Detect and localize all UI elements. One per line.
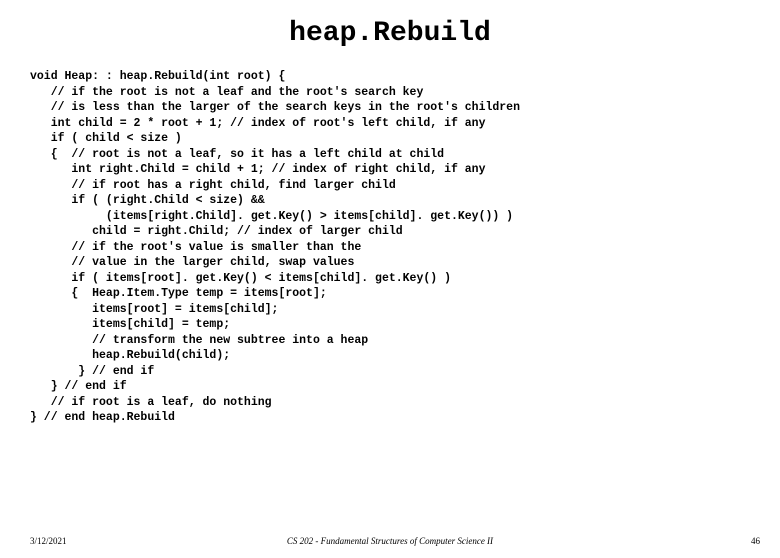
code-block: void Heap: : heap.Rebuild(int root) { //… [30, 69, 780, 426]
footer-page: 46 [751, 536, 760, 546]
slide-title: heap.Rebuild [0, 18, 780, 49]
footer-course: CS 202 - Fundamental Structures of Compu… [0, 536, 780, 546]
